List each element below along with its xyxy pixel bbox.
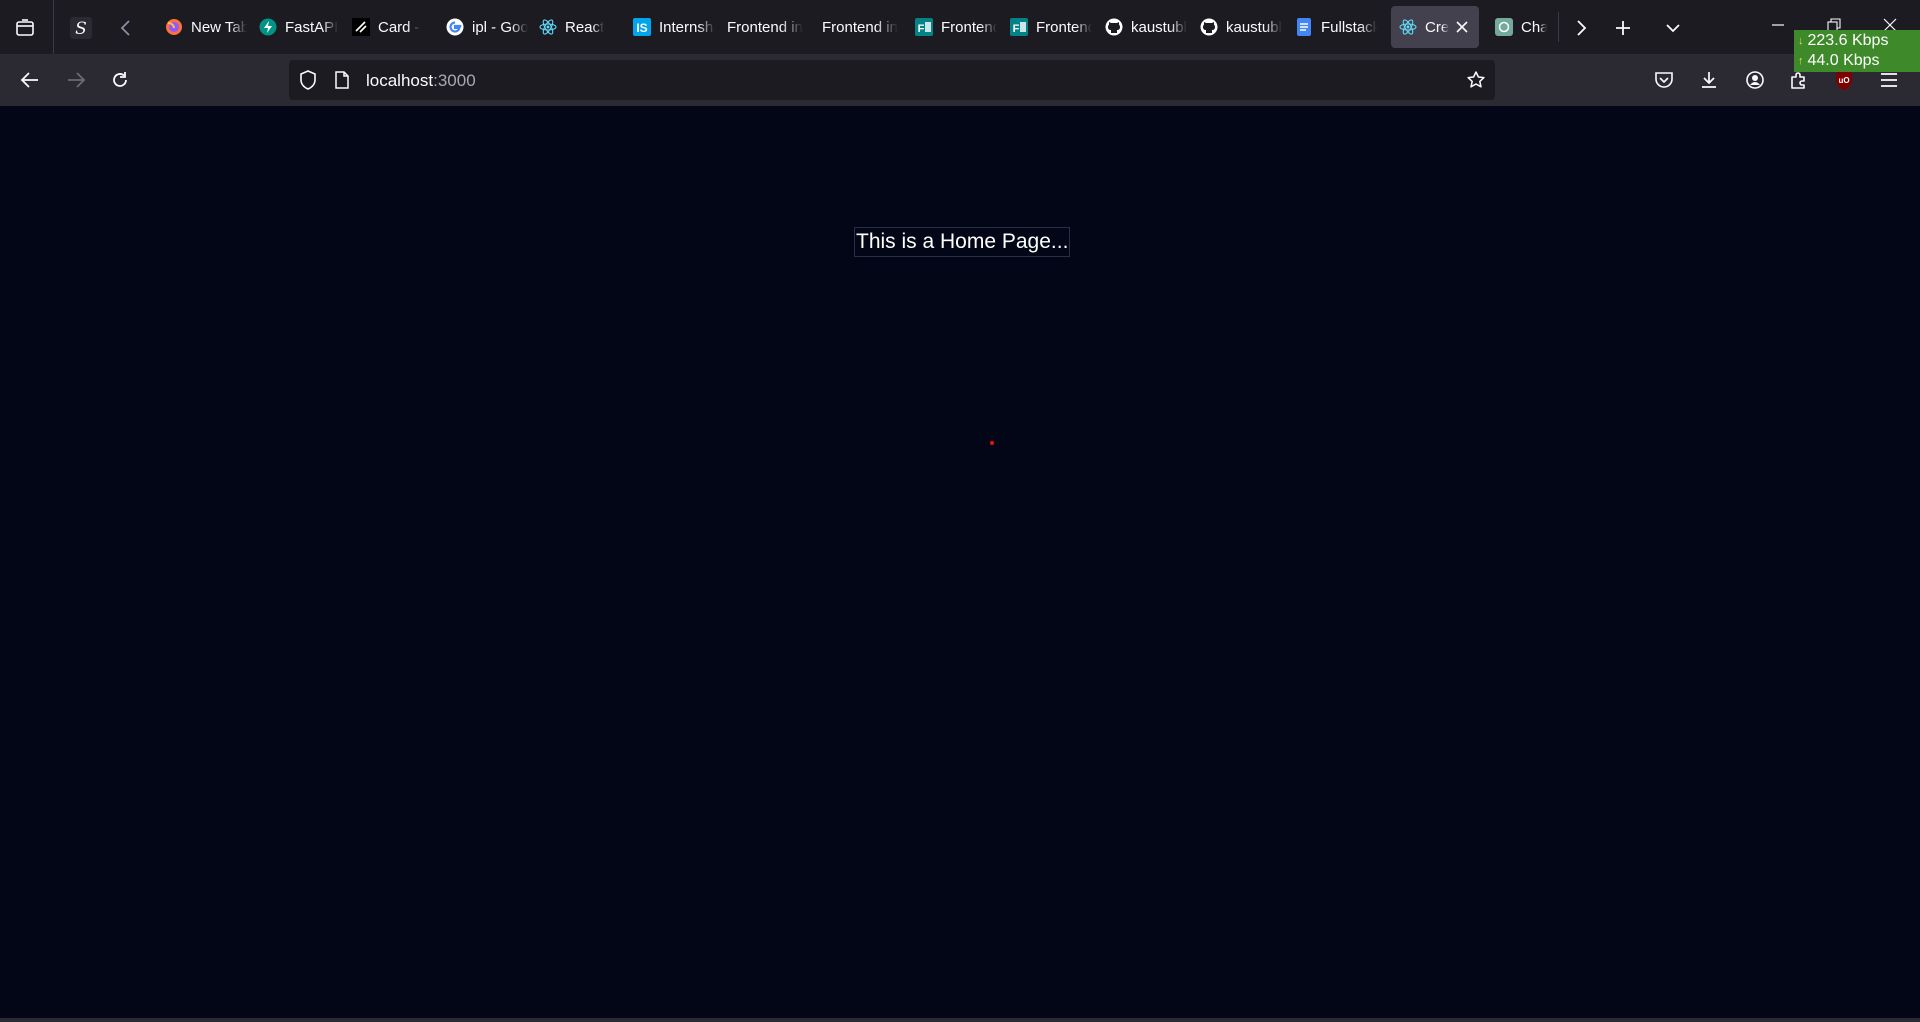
tab-frontend-1[interactable]: Frontend in xyxy=(719,6,809,48)
tab-label: ChatGPT xyxy=(1521,18,1547,36)
github-icon xyxy=(1200,18,1218,36)
tab-fastapi[interactable]: FastAPI xyxy=(251,6,341,48)
network-speed-meter: ↓ 223.6 Kbps ↑ 44.0 Kbps xyxy=(1794,30,1920,72)
svg-text:F: F xyxy=(918,23,925,35)
internshala-icon: IS xyxy=(633,18,651,36)
url-port: :3000 xyxy=(433,71,476,90)
url-text[interactable]: localhost:3000 xyxy=(366,71,476,91)
bookmark-star-icon[interactable] xyxy=(1465,69,1487,91)
firefox-view-icon[interactable] xyxy=(10,13,40,43)
svg-text:F: F xyxy=(1013,23,1020,35)
tab-label: FastAPI xyxy=(285,18,339,36)
tab-label: New Tab xyxy=(191,18,247,36)
cursor-dot xyxy=(990,441,994,445)
page-content: This is a Home Page... xyxy=(0,106,1920,1018)
home-page-heading: This is a Home Page... xyxy=(854,227,1071,257)
upload-speed-row: ↑ 44.0 Kbps xyxy=(1798,51,1920,71)
tab-scroll-right-icon[interactable] xyxy=(1567,13,1595,43)
tab-frontend-2[interactable]: Frontend in xyxy=(814,6,904,48)
address-bar[interactable]: localhost:3000 xyxy=(289,60,1495,100)
pinned-tab-s[interactable]: S xyxy=(66,13,96,43)
new-tab-plus-icon[interactable] xyxy=(1608,13,1638,43)
tab-card[interactable]: Card - xyxy=(344,6,434,48)
react-icon xyxy=(539,18,557,36)
upload-speed: 44.0 Kbps xyxy=(1807,52,1880,69)
shadcn-icon xyxy=(352,18,370,36)
tab-internshala[interactable]: IS Internshala xyxy=(625,6,715,48)
tab-react[interactable]: React xyxy=(531,6,621,48)
tab-label: Frontend in xyxy=(822,18,898,36)
tab-label: kaustubh xyxy=(1131,18,1187,36)
react-icon xyxy=(1399,18,1417,36)
tab-active-create-react-app[interactable]: Cre xyxy=(1391,6,1479,48)
divider xyxy=(1558,12,1559,42)
tab-github-2[interactable]: kaustubh xyxy=(1192,6,1282,48)
tab-github-1[interactable]: kaustubh xyxy=(1097,6,1187,48)
download-icon[interactable] xyxy=(1694,65,1724,95)
svg-text:uO: uO xyxy=(1838,76,1849,85)
tab-label: Cre xyxy=(1425,18,1450,36)
url-host: localhost xyxy=(366,71,434,90)
tab-fullstack-docs[interactable]: Fullstack xyxy=(1287,6,1377,48)
tab-label: React xyxy=(565,18,605,36)
forms-icon: F xyxy=(1010,18,1028,36)
tab-label: ipl - Google xyxy=(472,18,528,36)
tab-ipl-google[interactable]: ipl - Google xyxy=(438,6,528,48)
nav-toolbar: localhost:3000 uO xyxy=(0,54,1920,106)
tab-label: Fullstack xyxy=(1321,18,1377,36)
download-arrow-icon: ↓ xyxy=(1798,35,1804,47)
forward-arrow-icon[interactable] xyxy=(61,65,91,95)
tab-label: Frontend in xyxy=(727,18,803,36)
shield-icon[interactable] xyxy=(297,69,319,91)
tab-label: Card - xyxy=(378,18,420,36)
minimize-icon[interactable] xyxy=(1758,10,1798,40)
fastapi-icon xyxy=(259,18,277,36)
download-speed: 223.6 Kbps xyxy=(1807,32,1889,49)
tab-new-tab[interactable]: New Tab xyxy=(157,6,247,48)
chevron-down-icon[interactable] xyxy=(1658,13,1688,43)
tab-frontend-forms-2[interactable]: F Frontend xyxy=(1002,6,1092,48)
divider xyxy=(53,0,54,54)
upload-arrow-icon: ↑ xyxy=(1798,55,1804,67)
tab-chatgpt[interactable]: ChatGPT xyxy=(1487,6,1547,48)
google-icon xyxy=(446,18,464,36)
account-icon[interactable] xyxy=(1740,65,1770,95)
tab-label: Frontend xyxy=(1036,18,1092,36)
tab-close-icon[interactable] xyxy=(1453,18,1471,36)
page-icon[interactable] xyxy=(332,70,352,90)
svg-text:S: S xyxy=(75,19,87,39)
tab-label: kaustubh xyxy=(1226,18,1282,36)
download-speed-row: ↓ 223.6 Kbps xyxy=(1798,31,1920,51)
chatgpt-icon xyxy=(1495,18,1513,36)
firefox-icon xyxy=(165,18,183,36)
tab-label: Internshala xyxy=(659,18,715,36)
tab-scroll-left-icon[interactable] xyxy=(112,13,140,43)
github-icon xyxy=(1105,18,1123,36)
docs-icon xyxy=(1295,18,1313,36)
tab-strip: S New Tab FastAPI Card - ipl - Google Re… xyxy=(0,0,1920,54)
pocket-icon[interactable] xyxy=(1649,65,1679,95)
svg-text:IS: IS xyxy=(636,21,647,35)
window-bottom-edge xyxy=(0,1018,1920,1022)
reload-icon[interactable] xyxy=(105,65,135,95)
forms-icon: F xyxy=(915,18,933,36)
back-arrow-icon[interactable] xyxy=(15,65,45,95)
tab-frontend-forms-1[interactable]: F Frontend xyxy=(907,6,997,48)
tab-label: Frontend xyxy=(941,18,997,36)
